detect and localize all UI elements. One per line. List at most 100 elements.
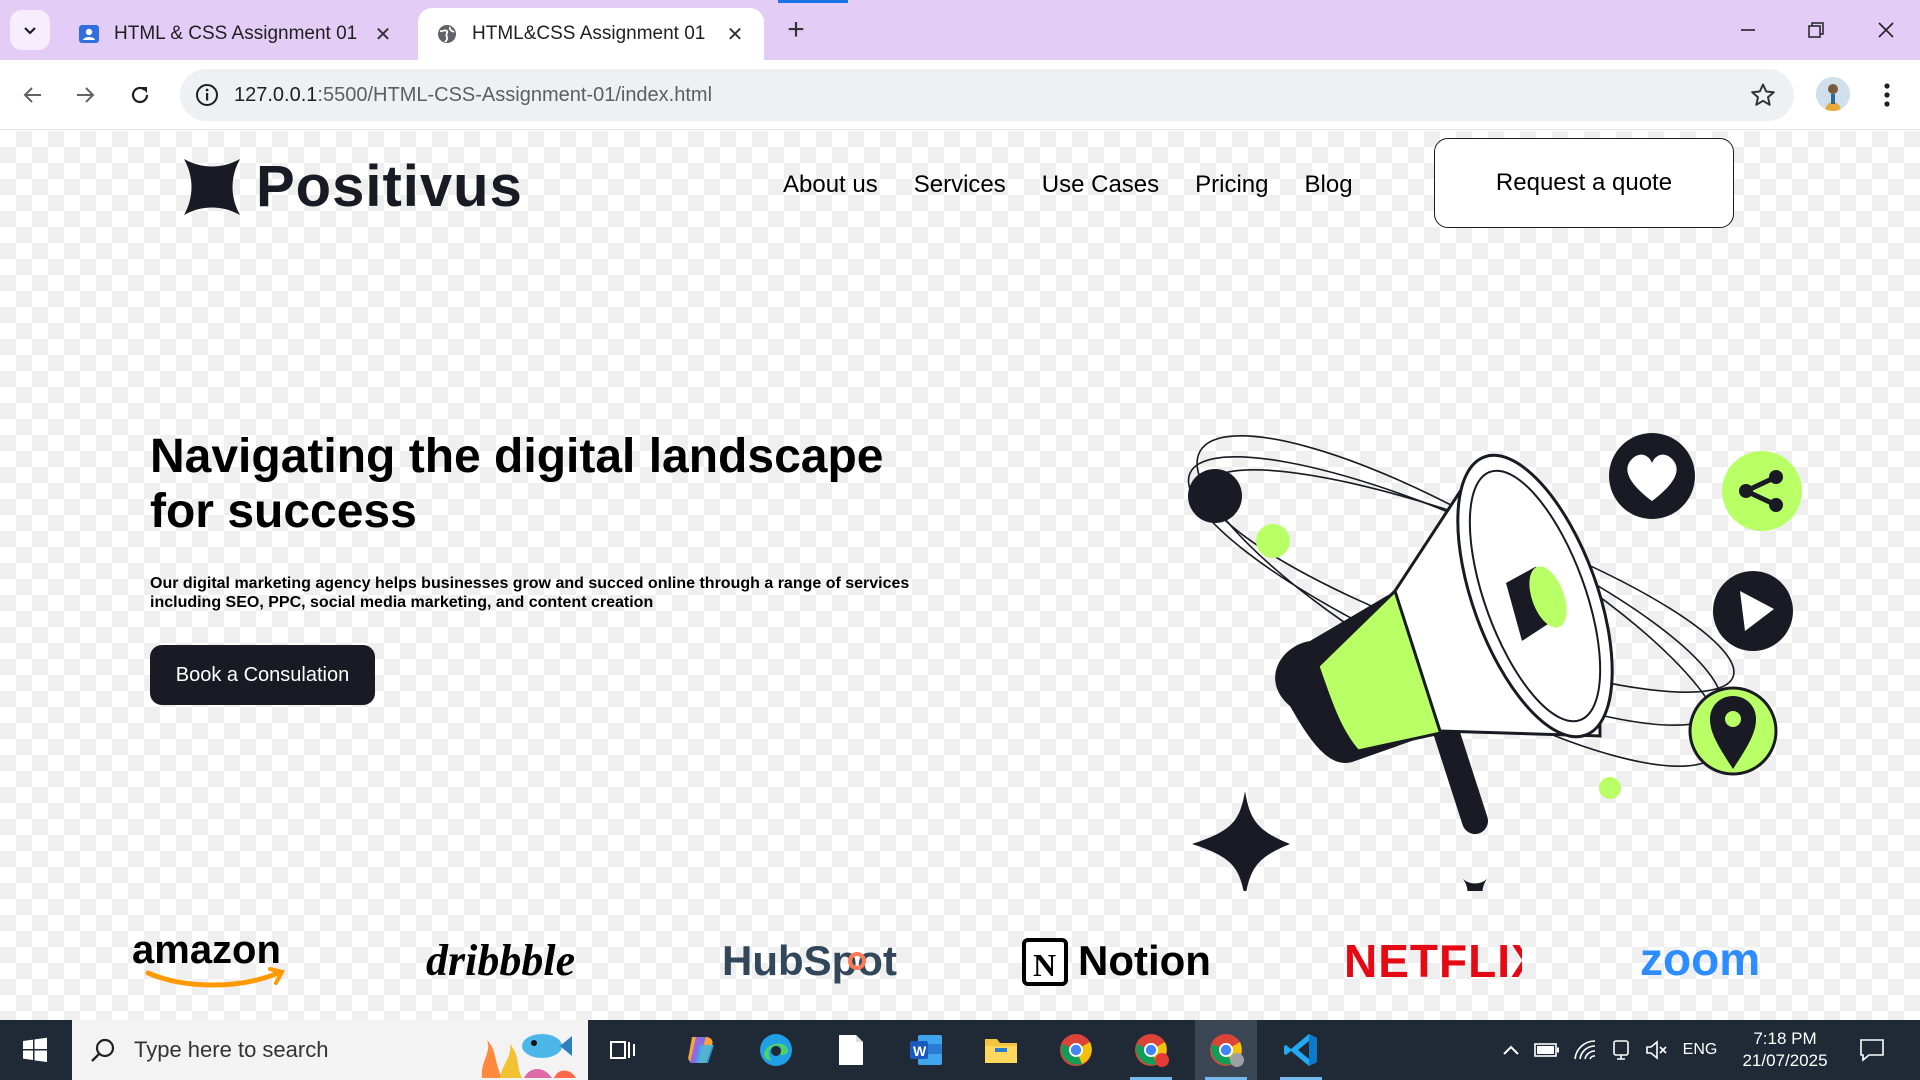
taskbar-edge[interactable] [745,1020,807,1080]
profile-avatar[interactable] [1816,77,1850,111]
main-nav: About us Services Use Cases Pricing Blog [783,171,1353,199]
address-bar[interactable]: 127.0.0.1:5500/HTML-CSS-Assignment-01/in… [180,69,1794,121]
taskbar-chrome-profile[interactable] [1120,1020,1182,1080]
speaker-muted-icon [1646,1040,1667,1060]
chrome-icon [1135,1034,1169,1067]
arrow-left-icon [23,87,41,103]
start-button[interactable] [0,1020,70,1080]
close-tab-icon[interactable]: ✕ [372,23,394,46]
taskbar-word[interactable]: W [895,1020,957,1080]
reload-icon [131,86,149,104]
heart-icon [1609,433,1695,519]
reload-button[interactable] [121,76,159,114]
search-placeholder: Type here to search [134,1037,329,1062]
svg-text:NETFLIX: NETFLIX [1344,935,1522,987]
tray-overflow-button[interactable] [1496,1020,1526,1080]
tab-title: HTML&CSS Assignment 01 [472,23,706,44]
taskbar-file-explorer[interactable] [970,1020,1032,1080]
sparkle-icon [1192,791,1290,891]
taskbar-chrome[interactable] [1045,1020,1107,1080]
taskbar-notepad[interactable] [820,1020,882,1080]
minimize-icon[interactable] [1730,12,1766,48]
browser-toolbar: 127.0.0.1:5500/HTML-CSS-Assignment-01/in… [0,60,1920,130]
globe-icon [438,25,456,43]
notifications-button[interactable] [1852,1020,1892,1080]
network-status[interactable] [1568,1020,1602,1080]
svg-text:amazon: amazon [132,931,281,972]
chevron-down-icon [24,27,36,35]
clock-date: 21/07/2025 [1742,1051,1828,1070]
contact-card-icon [79,25,99,43]
language-indicator[interactable]: ENG [1680,1020,1720,1080]
coral-reef-illustration-icon [481,1034,576,1078]
logo-text: Positivus [256,154,523,219]
web-page: Positivus About us Services Use Cases Pr… [0,131,1920,1020]
brand-amazon: amazon [130,911,300,1011]
play-icon [1713,571,1793,651]
more-vertical-icon [1884,83,1890,107]
brand-dribbble: dribbble [424,911,604,1011]
bookmark-star-icon[interactable] [1750,82,1776,108]
vscode-icon [1284,1034,1317,1066]
url-path: :5500/HTML-CSS-Assignment-01/index.html [317,83,713,106]
green-dot-icon [1599,777,1621,799]
search-icon [91,1038,115,1062]
brand-hubspot: HubSpot [720,911,900,1011]
close-window-icon[interactable] [1868,12,1904,48]
url-text[interactable]: 127.0.0.1:5500/HTML-CSS-Assignment-01/in… [234,84,712,107]
back-button[interactable] [14,76,52,114]
restore-icon[interactable] [1798,12,1834,48]
nav-blog[interactable]: Blog [1305,171,1353,199]
amazon-smile-icon [145,970,281,988]
tab-search-button[interactable] [10,10,50,50]
tab-title: HTML & CSS Assignment 01 [114,23,358,44]
black-dot-icon [1188,469,1242,523]
browser-menu-button[interactable] [1872,78,1902,112]
url-host: 127.0.0.1 [234,83,318,106]
taskbar-vscode[interactable] [1270,1020,1332,1080]
brand-zoom: zoom [1638,911,1798,1011]
positivus-star-icon [184,158,240,215]
clock-time: 7:18 PM [1753,1029,1817,1048]
nav-about-us[interactable]: About us [783,171,878,199]
task-view-icon [610,1041,635,1059]
book-consultation-button[interactable]: Book a Consulation [150,645,375,705]
site-logo[interactable]: Positivus [184,153,523,220]
file-icon [839,1035,863,1065]
brand-notion: N Notion [1020,911,1220,1011]
megaphone-icon [1275,453,1614,834]
volume-status[interactable] [1640,1020,1674,1080]
brand-logos: amazon dribbble HubSpot N Notion NETFLIX… [0,911,1920,1011]
windows-logo-icon [23,1037,47,1062]
taskbar-search-box[interactable]: Type here to search [72,1020,588,1080]
tab-inactive[interactable]: HTML & CSS Assignment 01 ✕ [60,8,412,60]
svg-text:zoom: zoom [1640,933,1760,985]
svg-text:N: N [1033,947,1056,983]
device-status[interactable] [1604,1020,1638,1080]
chrome-icon [1210,1034,1244,1067]
folder-icon [985,1039,1017,1063]
windows-taskbar: Type here to search W ENG 7:18 PM 21/07/… [0,1020,1920,1080]
chrome-icon [1060,1034,1092,1066]
edge-icon [760,1034,792,1066]
close-tab-icon[interactable]: ✕ [724,23,746,46]
site-info-icon[interactable] [194,82,220,108]
taskbar-copilot[interactable] [670,1020,732,1080]
system-clock[interactable]: 7:18 PM 21/07/2025 [1730,1028,1840,1072]
nav-pricing[interactable]: Pricing [1195,171,1268,199]
task-view-button[interactable] [592,1020,654,1080]
forward-button[interactable] [66,76,104,114]
request-quote-button[interactable]: Request a quote [1434,138,1734,228]
share-icon [1722,451,1802,531]
nav-services[interactable]: Services [914,171,1006,199]
notification-icon [1860,1039,1884,1062]
tab-active[interactable]: HTML&CSS Assignment 01 ✕ [418,8,764,60]
taskbar-chrome-active[interactable] [1195,1020,1257,1080]
small-star-icon [1463,879,1487,891]
battery-status[interactable] [1530,1020,1564,1080]
svg-text:dribbble: dribbble [426,936,575,985]
green-dot-icon [1256,524,1290,558]
svg-text:HubSpot: HubSpot [722,937,897,984]
new-tab-button[interactable]: + [780,13,812,46]
nav-use-cases[interactable]: Use Cases [1042,171,1159,199]
